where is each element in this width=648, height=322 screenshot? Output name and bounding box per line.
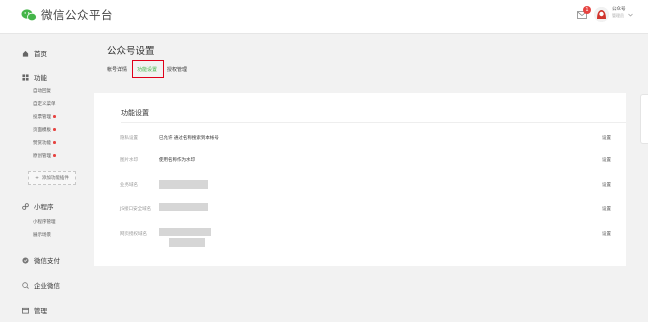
sidebar-item-original[interactable]: 原创管理 (33, 153, 56, 159)
row-label-privacy: 隐私设置 (120, 136, 138, 141)
sidebar-group-manage: 管理 (22, 305, 47, 315)
sidebar-item-wechat-pay[interactable]: 微信支付 (22, 255, 60, 265)
sidebar-group-label: 管理 (34, 307, 47, 315)
redacted-value (159, 203, 208, 211)
sidebar-item-custom-menu[interactable]: 自定义菜单 (33, 101, 56, 107)
new-dot-indicator (53, 115, 56, 118)
sidebar-item-label: 小程序管理 (33, 220, 56, 225)
sidebar-group-functions: 功能 (22, 72, 47, 82)
home-icon (22, 50, 29, 57)
sidebar-item-label: 企业微信 (34, 282, 60, 290)
business-domain-settings-link[interactable]: 设置 (602, 182, 611, 188)
chevron-down-icon[interactable] (628, 13, 633, 17)
wechat-pay-icon (22, 256, 29, 264)
redacted-value (159, 180, 208, 189)
link-icon (22, 202, 29, 210)
row-label-watermark: 图片水印 (120, 158, 138, 163)
sidebar-item-miniprogram-manage[interactable]: 小程序管理 (33, 219, 56, 225)
folder-icon (22, 307, 29, 314)
avatar[interactable] (594, 7, 609, 22)
search-circle-icon (22, 281, 29, 289)
side-float-handle[interactable] (640, 94, 648, 144)
redacted-value (159, 228, 211, 236)
top-bar: 微信公众平台 1 公众号 管理员 (0, 0, 648, 34)
tab-authorization[interactable]: 授权管理 (167, 66, 187, 73)
user-role: 管理员 (612, 13, 624, 18)
sidebar-item-page-templates[interactable]: 页面模板 (33, 127, 56, 133)
settings-card: 功能设置 隐私设置 已允许 通过名称搜索到本帐号 设置 图片水印 使用名称作为水… (94, 93, 626, 266)
sidebar-item-votes[interactable]: 投票管理 (33, 114, 56, 120)
sidebar-group-label: 小程序 (34, 203, 54, 211)
card-title: 功能设置 (121, 109, 149, 117)
sidebar-item-label: 投票管理 (33, 115, 51, 120)
brand-title: 微信公众平台 (41, 8, 113, 22)
sidebar: 首页 功能 自动回复 自定义菜单 投票管理 页面模板 赞赏功能 原创管理 + 添… (0, 34, 90, 322)
js-domain-settings-link[interactable]: 设置 (602, 206, 611, 212)
privacy-settings-link[interactable]: 设置 (602, 135, 611, 141)
new-dot-indicator (53, 154, 56, 157)
tab-highlight-box (132, 60, 164, 78)
tab-account-details[interactable]: 帐号详情 (107, 66, 127, 73)
sidebar-group-miniprogram: 小程序 (22, 201, 54, 211)
sidebar-item-auto-reply[interactable]: 自动回复 (33, 88, 51, 94)
grid-icon (22, 73, 29, 81)
row-label-oauth-domain: 网页授权域名 (120, 232, 147, 237)
oauth-domain-settings-link[interactable]: 设置 (602, 231, 611, 237)
add-plugin-label: 添加功能插件 (41, 176, 69, 181)
notification-badge: 1 (583, 6, 591, 14)
new-dot-indicator (53, 128, 56, 131)
sidebar-item-rewards[interactable]: 赞赏功能 (33, 140, 56, 146)
user-name[interactable]: 公众号 (612, 6, 626, 13)
sidebar-group-label: 功能 (34, 74, 47, 82)
sidebar-item-label: 微信支付 (34, 257, 60, 265)
sidebar-item-label: 赞赏功能 (33, 141, 51, 146)
sidebar-item-label: 展示场景 (33, 233, 51, 238)
sidebar-item-home[interactable]: 首页 (22, 48, 47, 58)
row-label-business-domain: 业务域名 (120, 183, 138, 188)
avatar-image-icon (594, 7, 609, 22)
add-plugin-button[interactable]: + 添加功能插件 (28, 171, 76, 185)
plus-icon: + (35, 175, 39, 181)
row-value-watermark: 使用名称作为水印 (159, 158, 195, 163)
sidebar-item-scenes[interactable]: 展示场景 (33, 232, 51, 238)
wechat-logo-icon (21, 9, 37, 22)
sidebar-item-label: 页面模板 (33, 128, 51, 133)
sidebar-item-label: 自定义菜单 (33, 102, 56, 107)
sidebar-item-label: 原创管理 (33, 154, 51, 159)
sidebar-item-label: 首页 (34, 50, 47, 58)
page-title: 公众号设置 (107, 46, 155, 57)
redacted-value (169, 238, 205, 247)
sidebar-item-work-wechat[interactable]: 企业微信 (22, 280, 60, 290)
card-divider (121, 122, 626, 123)
row-value-privacy: 已允许 通过名称搜索到本帐号 (159, 136, 219, 141)
watermark-settings-link[interactable]: 设置 (602, 157, 611, 163)
sidebar-item-label: 自动回复 (33, 89, 51, 94)
new-dot-indicator (53, 141, 56, 144)
row-label-js-domain: JS接口安全域名 (120, 207, 152, 212)
